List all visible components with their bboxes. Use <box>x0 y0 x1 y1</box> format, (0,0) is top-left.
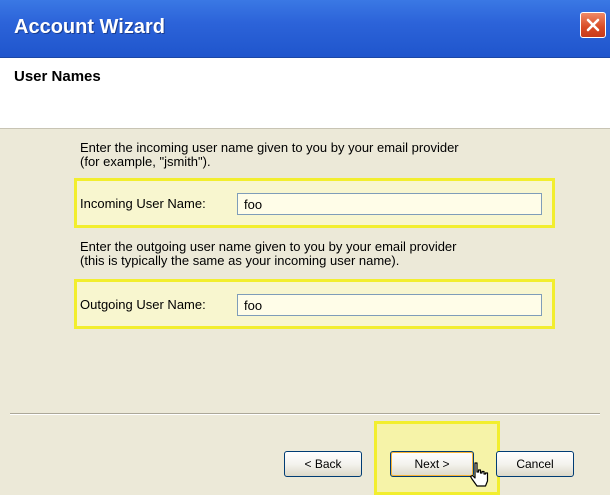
close-button[interactable] <box>580 12 606 38</box>
next-button[interactable]: Next > <box>390 451 474 477</box>
outgoing-user-name-input[interactable] <box>237 294 542 316</box>
outgoing-user-name-label: Outgoing User Name: <box>80 297 206 312</box>
incoming-user-name-label: Incoming User Name: <box>80 196 206 211</box>
incoming-user-name-input[interactable] <box>237 193 542 215</box>
incoming-instruction: Enter the incoming user name given to yo… <box>80 140 459 169</box>
account-wizard-window: Account Wizard User Names Enter the inco… <box>0 0 610 495</box>
cancel-button[interactable]: Cancel <box>496 451 574 477</box>
title-bar: Account Wizard <box>0 0 610 58</box>
wizard-body <box>0 129 610 414</box>
wizard-header: User Names <box>0 58 610 129</box>
page-title: User Names <box>14 68 101 85</box>
close-icon <box>586 18 600 32</box>
outgoing-instruction: Enter the outgoing user name given to yo… <box>80 239 457 268</box>
window-title: Account Wizard <box>14 16 165 38</box>
back-button[interactable]: < Back <box>284 451 362 477</box>
